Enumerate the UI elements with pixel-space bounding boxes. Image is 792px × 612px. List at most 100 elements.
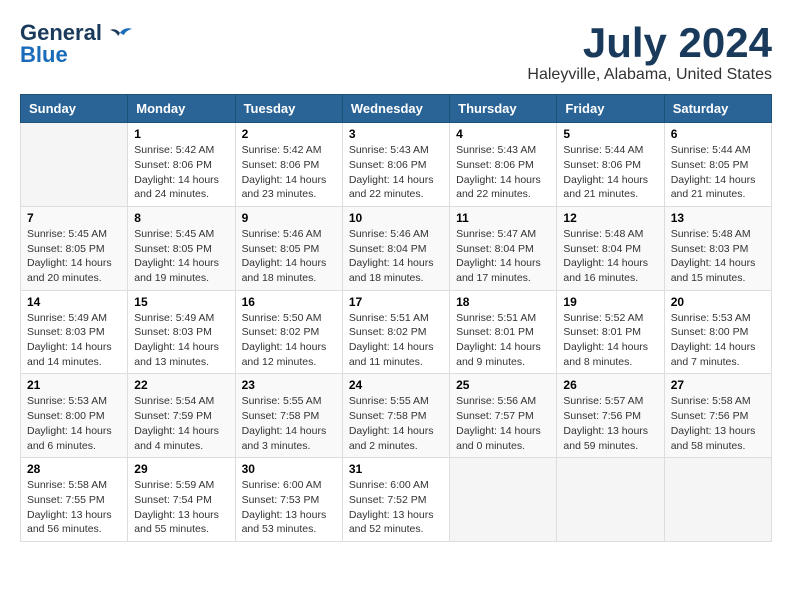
- day-number: 22: [134, 378, 228, 392]
- day-header-friday: Friday: [557, 95, 664, 123]
- day-number: 26: [563, 378, 657, 392]
- day-info: Sunrise: 5:53 AMSunset: 8:00 PMDaylight:…: [27, 394, 121, 453]
- day-number: 24: [349, 378, 443, 392]
- calendar-cell: 19 Sunrise: 5:52 AMSunset: 8:01 PMDayligh…: [557, 290, 664, 374]
- calendar-week-1: 1 Sunrise: 5:42 AMSunset: 8:06 PMDaylight…: [21, 123, 772, 207]
- calendar-cell: 9Sunrise: 5:46 AMSunset: 8:05 PMDaylight…: [235, 206, 342, 290]
- day-number: 30: [242, 462, 336, 476]
- day-header-thursday: Thursday: [450, 95, 557, 123]
- day-number: 3: [349, 127, 443, 141]
- calendar-cell: 10 Sunrise: 5:46 AMSunset: 8:04 PMDayligh…: [342, 206, 449, 290]
- day-number: 7: [27, 211, 121, 225]
- day-info: Sunrise: 5:49 AMSunset: 8:03 PMDaylight:…: [27, 311, 121, 370]
- day-number: 2: [242, 127, 336, 141]
- calendar-cell: [21, 123, 128, 207]
- day-info: Sunrise: 5:45 AMSunset: 8:05 PMDaylight:…: [27, 227, 121, 286]
- calendar-header-row: SundayMondayTuesdayWednesdayThursdayFrid…: [21, 95, 772, 123]
- calendar-cell: 25 Sunrise: 5:56 AMSunset: 7:57 PMDayligh…: [450, 374, 557, 458]
- calendar-cell: 3Sunrise: 5:43 AMSunset: 8:06 PMDaylight…: [342, 123, 449, 207]
- day-number: 15: [134, 295, 228, 309]
- calendar-cell: [557, 458, 664, 542]
- day-number: 29: [134, 462, 228, 476]
- calendar-cell: 24 Sunrise: 5:55 AMSunset: 7:58 PMDayligh…: [342, 374, 449, 458]
- day-number: 11: [456, 211, 550, 225]
- title-area: July 2024 Haleyville, Alabama, United St…: [527, 20, 772, 84]
- calendar-cell: [664, 458, 771, 542]
- day-header-monday: Monday: [128, 95, 235, 123]
- calendar-week-2: 7 Sunrise: 5:45 AMSunset: 8:05 PMDaylight…: [21, 206, 772, 290]
- day-info: Sunrise: 5:49 AMSunset: 8:03 PMDaylight:…: [134, 311, 228, 370]
- calendar-cell: 16Sunrise: 5:50 AMSunset: 8:02 PMDayligh…: [235, 290, 342, 374]
- day-header-wednesday: Wednesday: [342, 95, 449, 123]
- calendar-cell: 6Sunrise: 5:44 AMSunset: 8:05 PMDaylight…: [664, 123, 771, 207]
- day-info: Sunrise: 5:51 AMSunset: 8:01 PMDaylight:…: [456, 311, 550, 370]
- calendar-cell: 13 Sunrise: 5:48 AMSunset: 8:03 PMDayligh…: [664, 206, 771, 290]
- day-number: 25: [456, 378, 550, 392]
- day-number: 10: [349, 211, 443, 225]
- day-number: 31: [349, 462, 443, 476]
- day-info: Sunrise: 5:46 AMSunset: 8:04 PMDaylight:…: [349, 227, 443, 286]
- calendar-cell: 14 Sunrise: 5:49 AMSunset: 8:03 PMDayligh…: [21, 290, 128, 374]
- calendar-cell: 2 Sunrise: 5:42 AMSunset: 8:06 PMDaylight…: [235, 123, 342, 207]
- day-number: 8: [134, 211, 228, 225]
- calendar-cell: 5 Sunrise: 5:44 AMSunset: 8:06 PMDaylight…: [557, 123, 664, 207]
- calendar-cell: 17Sunrise: 5:51 AMSunset: 8:02 PMDayligh…: [342, 290, 449, 374]
- day-info: Sunrise: 5:55 AMSunset: 7:58 PMDaylight:…: [349, 394, 443, 453]
- day-info: Sunrise: 5:48 AMSunset: 8:03 PMDaylight:…: [671, 227, 765, 286]
- day-number: 9: [242, 211, 336, 225]
- calendar-cell: 7 Sunrise: 5:45 AMSunset: 8:05 PMDaylight…: [21, 206, 128, 290]
- day-number: 19: [563, 295, 657, 309]
- calendar-week-5: 28Sunrise: 5:58 AMSunset: 7:55 PMDayligh…: [21, 458, 772, 542]
- day-header-saturday: Saturday: [664, 95, 771, 123]
- day-info: Sunrise: 5:59 AMSunset: 7:54 PMDaylight:…: [134, 478, 228, 537]
- calendar-table: SundayMondayTuesdayWednesdayThursdayFrid…: [20, 94, 772, 542]
- day-info: Sunrise: 5:42 AMSunset: 8:06 PMDaylight:…: [134, 143, 228, 202]
- day-number: 20: [671, 295, 765, 309]
- day-number: 27: [671, 378, 765, 392]
- calendar-cell: 18Sunrise: 5:51 AMSunset: 8:01 PMDayligh…: [450, 290, 557, 374]
- day-number: 1: [134, 127, 228, 141]
- calendar-cell: 22 Sunrise: 5:54 AMSunset: 7:59 PMDayligh…: [128, 374, 235, 458]
- day-number: 17: [349, 295, 443, 309]
- calendar-cell: 31 Sunrise: 6:00 AMSunset: 7:52 PMDayligh…: [342, 458, 449, 542]
- day-number: 14: [27, 295, 121, 309]
- calendar-cell: 15 Sunrise: 5:49 AMSunset: 8:03 PMDayligh…: [128, 290, 235, 374]
- calendar-cell: 21Sunrise: 5:53 AMSunset: 8:00 PMDayligh…: [21, 374, 128, 458]
- day-info: Sunrise: 5:56 AMSunset: 7:57 PMDaylight:…: [456, 394, 550, 453]
- calendar-cell: 12 Sunrise: 5:48 AMSunset: 8:04 PMDayligh…: [557, 206, 664, 290]
- calendar-cell: 11Sunrise: 5:47 AMSunset: 8:04 PMDayligh…: [450, 206, 557, 290]
- location-title: Haleyville, Alabama, United States: [527, 66, 772, 84]
- day-number: 28: [27, 462, 121, 476]
- day-info: Sunrise: 5:50 AMSunset: 8:02 PMDaylight:…: [242, 311, 336, 370]
- calendar-cell: [450, 458, 557, 542]
- calendar-week-3: 14 Sunrise: 5:49 AMSunset: 8:03 PMDayligh…: [21, 290, 772, 374]
- day-number: 23: [242, 378, 336, 392]
- day-info: Sunrise: 5:57 AMSunset: 7:56 PMDaylight:…: [563, 394, 657, 453]
- logo-bird-icon: [106, 23, 134, 43]
- day-info: Sunrise: 5:54 AMSunset: 7:59 PMDaylight:…: [134, 394, 228, 453]
- day-info: Sunrise: 5:58 AMSunset: 7:56 PMDaylight:…: [671, 394, 765, 453]
- calendar-cell: 20 Sunrise: 5:53 AMSunset: 8:00 PMDayligh…: [664, 290, 771, 374]
- day-number: 5: [563, 127, 657, 141]
- day-info: Sunrise: 5:52 AMSunset: 8:01 PMDaylight:…: [563, 311, 657, 370]
- calendar-cell: 30 Sunrise: 6:00 AMSunset: 7:53 PMDayligh…: [235, 458, 342, 542]
- day-number: 12: [563, 211, 657, 225]
- logo: General Blue: [20, 20, 134, 68]
- day-header-sunday: Sunday: [21, 95, 128, 123]
- day-info: Sunrise: 5:44 AMSunset: 8:06 PMDaylight:…: [563, 143, 657, 202]
- calendar-cell: 8 Sunrise: 5:45 AMSunset: 8:05 PMDaylight…: [128, 206, 235, 290]
- calendar-cell: 29 Sunrise: 5:59 AMSunset: 7:54 PMDayligh…: [128, 458, 235, 542]
- day-info: Sunrise: 5:53 AMSunset: 8:00 PMDaylight:…: [671, 311, 765, 370]
- day-info: Sunrise: 5:48 AMSunset: 8:04 PMDaylight:…: [563, 227, 657, 286]
- day-info: Sunrise: 5:44 AMSunset: 8:05 PMDaylight:…: [671, 143, 765, 202]
- calendar-week-4: 21Sunrise: 5:53 AMSunset: 8:00 PMDayligh…: [21, 374, 772, 458]
- day-info: Sunrise: 5:42 AMSunset: 8:06 PMDaylight:…: [242, 143, 336, 202]
- day-number: 13: [671, 211, 765, 225]
- day-info: Sunrise: 6:00 AMSunset: 7:53 PMDaylight:…: [242, 478, 336, 537]
- page-header: General Blue July 2024 Haleyville, Alaba…: [20, 20, 772, 84]
- calendar-cell: 27 Sunrise: 5:58 AMSunset: 7:56 PMDayligh…: [664, 374, 771, 458]
- day-info: Sunrise: 5:45 AMSunset: 8:05 PMDaylight:…: [134, 227, 228, 286]
- calendar-cell: 1 Sunrise: 5:42 AMSunset: 8:06 PMDaylight…: [128, 123, 235, 207]
- day-info: Sunrise: 6:00 AMSunset: 7:52 PMDaylight:…: [349, 478, 443, 537]
- calendar-cell: 28Sunrise: 5:58 AMSunset: 7:55 PMDayligh…: [21, 458, 128, 542]
